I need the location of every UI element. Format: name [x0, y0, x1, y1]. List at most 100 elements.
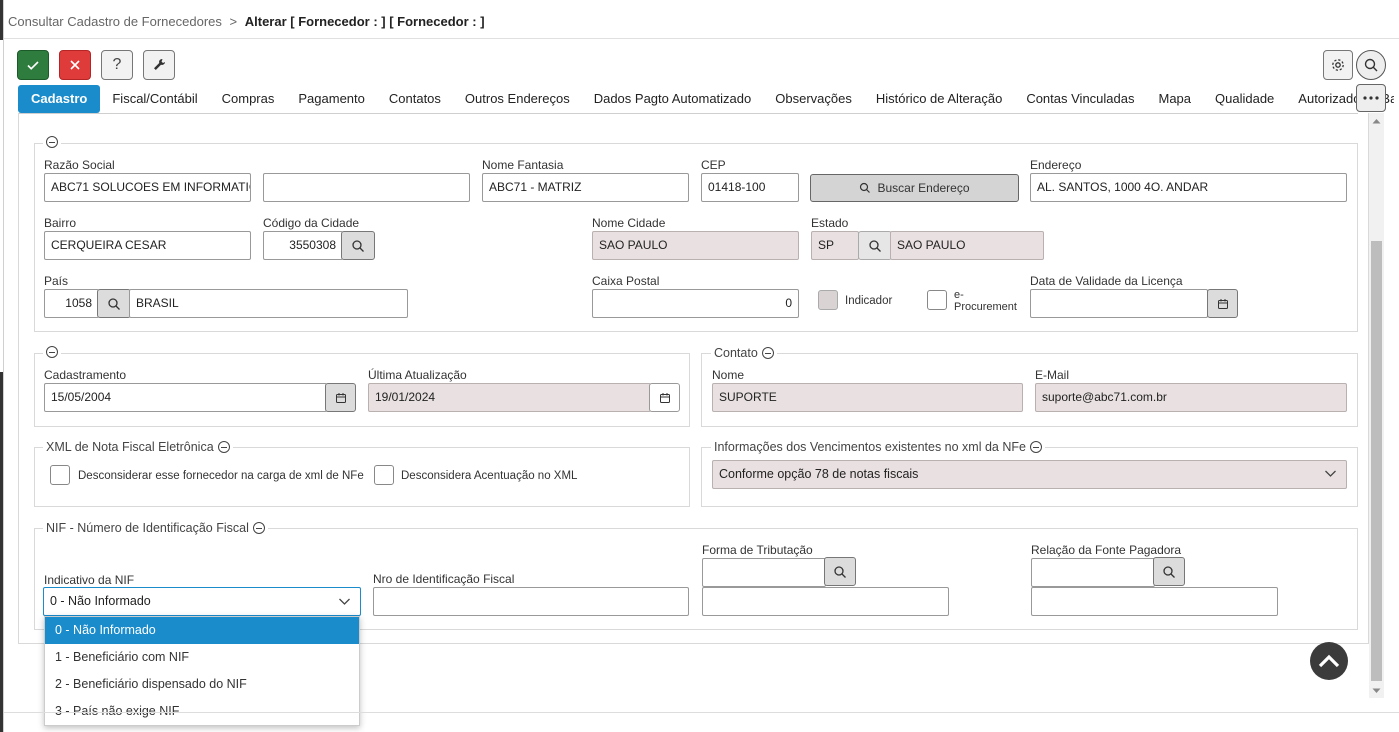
e-procurement-line1: e- — [954, 289, 964, 301]
edge-segment — [0, 0, 3, 40]
codigo-cidade-search-button[interactable] — [341, 231, 375, 260]
collapse-icon[interactable] — [1029, 441, 1042, 453]
search-button[interactable] — [1356, 50, 1386, 80]
tab-outros-enderecos[interactable]: Outros Endereços — [453, 85, 582, 113]
tab-historico[interactable]: Histórico de Alteração — [864, 85, 1014, 113]
indicador-checkbox[interactable] — [818, 290, 838, 310]
data-validade-label: Data de Validade da Licença — [1030, 274, 1183, 288]
forma-tributacao-label: Forma de Tributação — [702, 543, 813, 557]
help-button[interactable]: ? — [101, 50, 133, 80]
contato-legend-label: Contato — [714, 346, 758, 360]
ultima-atualizacao-input: 19/01/2024 — [368, 383, 651, 412]
relacao-fonte-code-input[interactable] — [1031, 558, 1155, 587]
relacao-fonte-search-button[interactable] — [1153, 557, 1185, 586]
indicativo-nif-dropdown: 0 - Não Informado 1 - Beneficiário com N… — [44, 616, 360, 726]
pais-label: País — [44, 274, 69, 288]
estado-search-button[interactable] — [858, 231, 892, 260]
relacao-fonte-desc-input[interactable] — [1031, 587, 1278, 616]
confirm-button[interactable] — [17, 50, 49, 80]
data-validade-input[interactable] — [1030, 289, 1208, 318]
xml-nfe-legend[interactable]: XML de Nota Fiscal Eletrônica — [43, 440, 233, 454]
tab-contas-vinculadas[interactable]: Contas Vinculadas — [1014, 85, 1146, 113]
estado-label: Estado — [811, 216, 849, 230]
wrench-icon — [154, 59, 165, 70]
buscar-endereco-label: Buscar Endereço — [877, 181, 970, 195]
vencimentos-legend[interactable]: Informações dos Vencimentos existentes n… — [711, 440, 1045, 454]
pais-code-input[interactable]: 1058 — [44, 289, 99, 318]
nro-nif-input[interactable] — [373, 587, 689, 616]
vencimentos-selected-value: Conforme opção 78 de notas fiscais — [719, 467, 919, 481]
pais-search-button[interactable] — [97, 289, 131, 318]
ultima-atualizacao-calendar-button[interactable] — [649, 383, 680, 412]
buscar-endereco-button[interactable]: Buscar Endereço — [810, 174, 1019, 202]
dates-panel-legend[interactable] — [43, 346, 61, 358]
caixa-postal-label: Caixa Postal — [592, 274, 660, 288]
collapse-icon[interactable] — [46, 136, 58, 148]
tab-observacoes[interactable]: Observações — [763, 85, 864, 113]
search-icon — [1163, 565, 1175, 578]
collapse-icon[interactable] — [252, 522, 265, 534]
vencimentos-select[interactable]: Conforme opção 78 de notas fiscais — [712, 460, 1347, 489]
search-icon — [860, 182, 871, 193]
collapse-icon[interactable] — [46, 346, 58, 358]
more-tabs-button[interactable] — [1356, 84, 1386, 112]
scroll-up-arrow-icon[interactable] — [1372, 118, 1381, 124]
nif-legend[interactable]: NIF - Número de Identificação Fiscal — [43, 521, 268, 535]
e-procurement-checkbox[interactable] — [927, 290, 947, 310]
razao-social-label: Razão Social — [44, 158, 115, 172]
collapse-icon[interactable] — [761, 347, 774, 359]
tab-qualidade[interactable]: Qualidade — [1203, 85, 1286, 113]
nome-fantasia-input[interactable]: ABC71 - MATRIZ — [482, 173, 689, 202]
desconsiderar-fornecedor-checkbox[interactable] — [50, 465, 70, 485]
dropdown-option[interactable]: 0 - Não Informado — [45, 617, 359, 644]
desconsidera-acentuacao-checkbox[interactable] — [374, 465, 394, 485]
tab-pagamento[interactable]: Pagamento — [286, 85, 377, 113]
calendar-icon — [335, 392, 346, 403]
settings-button[interactable] — [1323, 50, 1353, 80]
search-icon — [834, 565, 846, 578]
dropdown-option[interactable]: 2 - Beneficiário dispensado do NIF — [45, 671, 359, 698]
data-validade-calendar-button[interactable] — [1207, 289, 1238, 318]
cep-input[interactable]: 01418-100 — [701, 173, 799, 202]
endereco-input[interactable]: AL. SANTOS, 1000 4O. ANDAR — [1030, 173, 1347, 202]
tab-compras[interactable]: Compras — [210, 85, 287, 113]
contato-email-label: E-Mail — [1035, 368, 1070, 382]
forma-tributacao-code-input[interactable] — [702, 558, 826, 587]
tab-dados-pagto[interactable]: Dados Pagto Automatizado — [582, 85, 764, 113]
back-to-top-button[interactable] — [1310, 642, 1348, 680]
help-label: ? — [112, 56, 122, 73]
scrollbar-thumb[interactable] — [1371, 241, 1382, 681]
breadcrumb: Consultar Cadastro de Fornecedores > Alt… — [8, 14, 485, 29]
nome-cidade-label: Nome Cidade — [592, 216, 666, 230]
forma-tributacao-search-button[interactable] — [824, 557, 856, 586]
breadcrumb-parent-link[interactable]: Consultar Cadastro de Fornecedores — [8, 14, 222, 29]
contato-nome-label: Nome — [712, 368, 745, 382]
tab-fiscal-contabil[interactable]: Fiscal/Contábil — [100, 85, 209, 113]
bairro-label: Bairro — [44, 216, 77, 230]
main-panel-legend[interactable] — [43, 136, 61, 148]
bairro-input[interactable]: CERQUEIRA CESAR — [44, 231, 251, 260]
contato-legend[interactable]: Contato — [711, 346, 777, 360]
cadastramento-calendar-button[interactable] — [325, 383, 356, 412]
collapse-icon[interactable] — [217, 441, 230, 453]
cancel-button[interactable] — [59, 50, 91, 80]
dropdown-option[interactable]: 1 - Beneficiário com NIF — [45, 644, 359, 671]
codigo-cidade-input[interactable]: 3550308 — [263, 231, 343, 260]
forma-tributacao-desc-input[interactable] — [702, 587, 949, 616]
tab-mapa[interactable]: Mapa — [1146, 85, 1203, 113]
cadastramento-input[interactable]: 15/05/2004 — [44, 383, 327, 412]
razao-social-complement-input[interactable] — [263, 173, 470, 202]
contato-email-input: suporte@abc71.com.br — [1035, 383, 1347, 412]
vertical-scrollbar[interactable] — [1369, 113, 1384, 698]
caixa-postal-input[interactable]: 0 — [592, 289, 799, 318]
scroll-down-arrow-icon[interactable] — [1372, 688, 1381, 694]
tools-button[interactable] — [143, 50, 175, 80]
tab-cadastro[interactable]: Cadastro — [18, 85, 101, 113]
codigo-cidade-label: Código da Cidade — [263, 216, 360, 230]
indicativo-nif-select[interactable]: 0 - Não Informado — [43, 587, 361, 616]
ultima-atualizacao-label: Última Atualização — [368, 368, 467, 382]
tab-contatos[interactable]: Contatos — [377, 85, 453, 113]
footer-divider — [4, 712, 1399, 713]
razao-social-input[interactable]: ABC71 SOLUCOES EM INFORMATIC — [44, 173, 251, 202]
nro-nif-label: Nro de Identificação Fiscal — [373, 572, 515, 586]
